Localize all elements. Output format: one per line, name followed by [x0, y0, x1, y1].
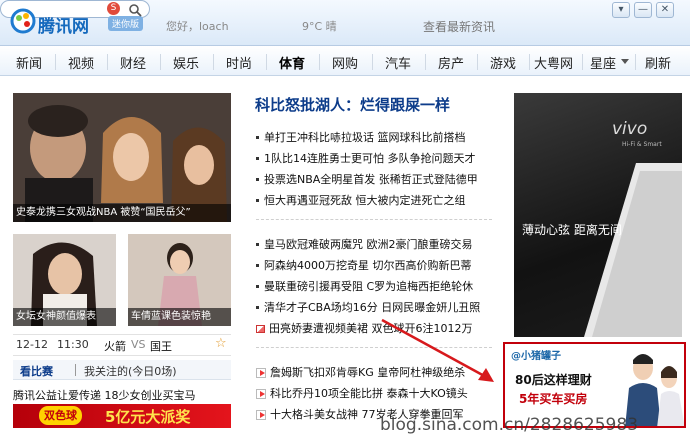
- minimize-button[interactable]: —: [634, 2, 652, 18]
- match-time: 11:30: [57, 338, 89, 351]
- vivo-brand: vivo: [612, 119, 648, 139]
- small-photo-1[interactable]: 女坛女神颜值爆表: [13, 234, 116, 326]
- news-item[interactable]: 单打王冲科比哧拉圾话 篮网球科比前搭档: [256, 129, 466, 145]
- nav-divider: [160, 54, 161, 70]
- nav-divider: [213, 54, 214, 70]
- vivo-slogan: 薄动心弦 距离无间: [522, 223, 622, 237]
- piggy-brand: @小猪罐子: [511, 351, 561, 362]
- match-team-1[interactable]: 火箭: [104, 338, 126, 354]
- user-greeting[interactable]: 您好，loach: [166, 18, 229, 34]
- nav-item-finance[interactable]: 财经: [120, 53, 146, 72]
- nav-divider: [266, 54, 267, 70]
- charity-news-link[interactable]: 腾讯公益让爱传递 18少女创业买宝马: [13, 387, 196, 403]
- news-item[interactable]: 阿森纳4000万挖奇星 切尔西高价购新巴蒂: [256, 257, 472, 273]
- piggy-line-1: 80后这样理财: [515, 373, 592, 387]
- news-item[interactable]: 投票选NBA全明星首发 张稀哲正式登陆德甲: [256, 171, 478, 187]
- nav-item-news[interactable]: 新闻: [16, 53, 42, 72]
- video-icon: [256, 368, 266, 378]
- small-photo-1-caption[interactable]: 女坛女神颜值爆表: [13, 308, 116, 326]
- vivo-sub: Hi-Fi & Smart: [622, 141, 662, 148]
- nav-item-dayue[interactable]: 大粤网: [534, 53, 573, 72]
- nav-item-entertainment[interactable]: 娱乐: [173, 53, 199, 72]
- refresh-button[interactable]: 刷新: [645, 53, 671, 72]
- nav-divider: [425, 54, 426, 70]
- news-item[interactable]: 曼联重磅引援再受阻 C罗为追梅西拒绝轮休: [256, 278, 473, 294]
- small-photo-2[interactable]: 车倩蓝课色装惊艳: [128, 234, 231, 326]
- search-engine-icon[interactable]: S: [107, 2, 120, 15]
- latest-news-link[interactable]: 查看最新资讯: [423, 18, 495, 35]
- logo-text[interactable]: 腾讯网: [38, 12, 89, 37]
- nav-item-auto[interactable]: 汽车: [385, 53, 411, 72]
- nav-divider: [55, 54, 56, 70]
- video-icon: [256, 389, 266, 399]
- match-team-2[interactable]: 国王: [150, 338, 172, 354]
- piggy-line-2: 5年买车买房: [519, 392, 588, 406]
- small-photo-2-caption[interactable]: 车倩蓝课色装惊艳: [128, 308, 231, 326]
- tencent-logo-icon[interactable]: [10, 8, 36, 34]
- nav-item-games[interactable]: 游戏: [490, 53, 516, 72]
- nav-item-house[interactable]: 房产: [438, 53, 464, 72]
- lottery-slogan: 5亿元大派奖: [105, 408, 191, 426]
- nav-divider: [477, 54, 478, 70]
- section-divider: [256, 219, 492, 220]
- tab-watch-match[interactable]: 看比赛: [20, 363, 53, 379]
- news-item[interactable]: 皇马欧冠难破两魔咒 欧洲2豪门酿重磅交易: [256, 236, 473, 252]
- main-news-photo[interactable]: 史泰龙携三女观战NBA 被赞“国民岳父”: [13, 93, 231, 222]
- nav-item-fashion[interactable]: 时尚: [226, 53, 252, 72]
- mini-badge: 迷你版: [108, 16, 144, 31]
- nav-divider: [582, 54, 583, 70]
- nav-divider: [319, 54, 320, 70]
- video-icon: [256, 410, 266, 420]
- weather-text[interactable]: 9°C 晴: [302, 18, 337, 34]
- headline-link[interactable]: 科比怒批湖人：烂得跟屎一样: [255, 94, 450, 115]
- vivo-ad[interactable]: vivo Hi-Fi & Smart 薄动心弦 距离无间: [514, 93, 682, 337]
- menu-dropdown-button[interactable]: ▾: [612, 2, 630, 18]
- main-photo-caption[interactable]: 史泰龙携三女观战NBA 被赞“国民岳父”: [13, 204, 231, 222]
- news-item[interactable]: 清华才子CBA场均16分 日网民曝金妍儿丑照: [256, 299, 480, 315]
- search-icon[interactable]: [128, 2, 142, 17]
- lottery-banner[interactable]: 双色球 5亿元大派奖: [13, 404, 231, 428]
- nav-divider: [529, 54, 530, 70]
- nav-item-horoscope[interactable]: 星座: [590, 53, 616, 72]
- star-icon[interactable]: ☆: [215, 336, 227, 351]
- nav-divider: [372, 54, 373, 70]
- nav-item-video[interactable]: 视频: [68, 53, 94, 72]
- match-vs: VS: [131, 338, 146, 351]
- chevron-down-icon[interactable]: [621, 59, 629, 64]
- top-bar: 腾讯网 迷你版 您好，loach 9°C 晴 查看最新资讯 ▾ — ✕ S: [0, 0, 690, 46]
- tab-divider: [75, 364, 76, 376]
- news-item[interactable]: 恒大再遇亚冠死敌 恒大被内定进死亡之组: [256, 192, 466, 208]
- annotation-arrow-icon: [381, 318, 494, 382]
- nav-item-shopping[interactable]: 网购: [332, 53, 358, 72]
- tab-my-follow[interactable]: 我关注的(今日0场): [84, 363, 177, 379]
- lottery-name: 双色球: [39, 406, 82, 425]
- watermark-text: blog.sina.com.cn/2828625983: [380, 415, 639, 435]
- match-date: 12-12: [16, 338, 48, 351]
- nav-divider: [635, 54, 636, 70]
- news-item[interactable]: 1队比14连胜勇士更可怕 多队争抢问题天才: [256, 150, 476, 166]
- nav-item-sports[interactable]: 体育: [279, 53, 305, 72]
- nav-divider: [107, 54, 108, 70]
- picture-icon: [256, 325, 265, 333]
- close-button[interactable]: ✕: [656, 2, 674, 18]
